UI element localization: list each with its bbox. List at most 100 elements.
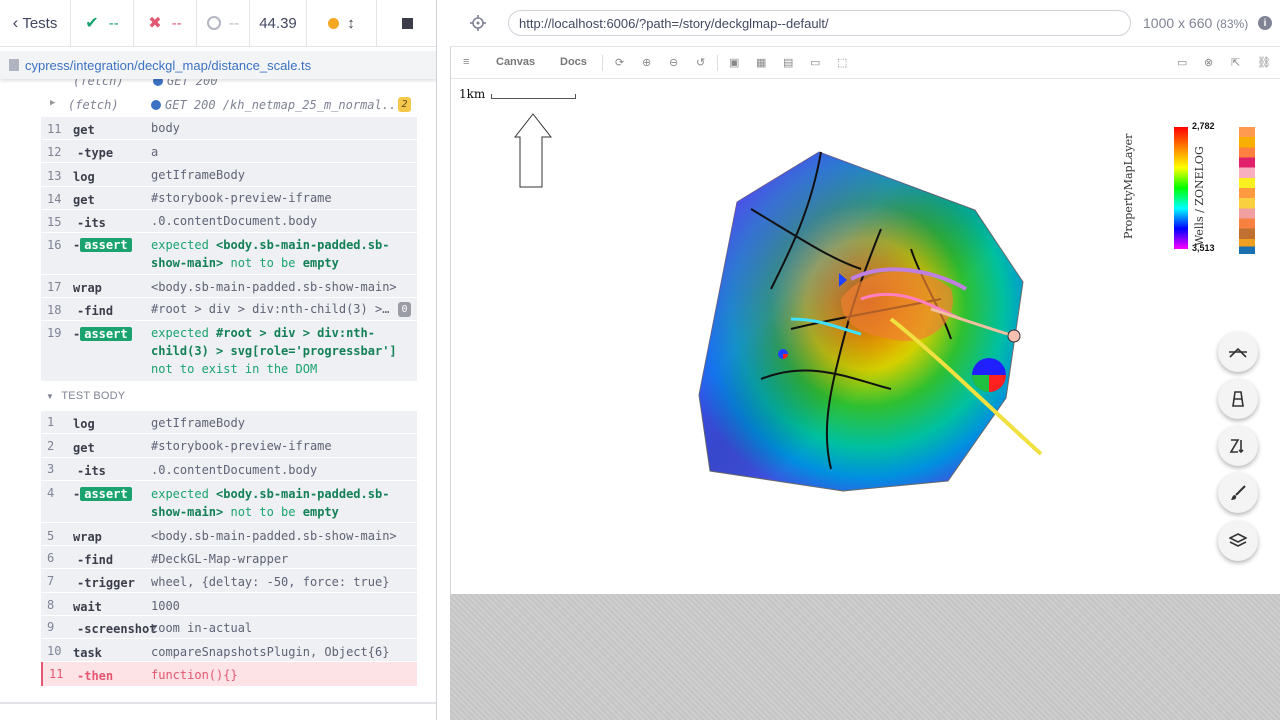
command-name: get bbox=[73, 193, 95, 207]
assert-expected: expected bbox=[151, 238, 209, 252]
chevron-left-icon: ‹ bbox=[12, 13, 19, 32]
spec-path[interactable]: cypress/integration/deckgl_map/distance_… bbox=[0, 51, 436, 79]
check-icon: ✔ bbox=[85, 15, 99, 32]
test-body-commands: 1 log getIframeBody 2 get #storybook-pre… bbox=[41, 411, 417, 686]
command-message: <body.sb-main-padded.sb-show-main> bbox=[151, 529, 397, 543]
reload-icon[interactable]: ⟳ bbox=[615, 56, 624, 69]
grid-icon[interactable]: ▦ bbox=[756, 56, 766, 69]
sort-button[interactable] bbox=[1218, 426, 1258, 466]
north-arrow-icon bbox=[514, 113, 552, 188]
toolbar-divider bbox=[717, 55, 718, 71]
tab-canvas[interactable]: Canvas bbox=[496, 56, 535, 68]
command-row[interactable]: 15 -its .0.contentDocument.body bbox=[41, 210, 417, 233]
close-icon[interactable]: ⊗ bbox=[1204, 56, 1213, 69]
command-name: - assert bbox=[73, 327, 132, 341]
command-number: 16 bbox=[47, 238, 62, 252]
failed-stat: ✖ -- bbox=[134, 0, 197, 47]
command-message: 1000 bbox=[151, 599, 180, 613]
zoom-out-icon[interactable]: ⊖ bbox=[669, 56, 678, 69]
pending-circle-icon bbox=[207, 16, 221, 30]
command-message: .0.contentDocument.body bbox=[151, 214, 318, 228]
draw-layer-button[interactable] bbox=[1218, 332, 1258, 372]
panel-toggle-icon[interactable]: ▭ bbox=[1177, 56, 1187, 69]
sort-icon bbox=[1229, 439, 1244, 454]
command-number: 15 bbox=[47, 215, 62, 229]
url-input[interactable]: http://localhost:6006/?path=/story/deckg… bbox=[508, 10, 1131, 36]
zoom-in-icon[interactable]: ⊕ bbox=[642, 56, 651, 69]
app-under-test: http://localhost:6006/?path=/story/deckg… bbox=[450, 0, 1280, 720]
passed-stat: ✔ -- bbox=[71, 0, 134, 47]
command-row[interactable]: 10 task compareSnapshotsPlugin, Object{6… bbox=[41, 639, 417, 662]
background-icon[interactable]: ▣ bbox=[729, 56, 739, 69]
command-row[interactable]: 5 wrap <body.sb-main-padded.sb-show-main… bbox=[41, 523, 417, 546]
deckgl-map[interactable]: 1km PropertyMapLayer 2,782 3,513 Wells /… bbox=[451, 79, 1280, 594]
stop-button[interactable] bbox=[377, 0, 436, 47]
measure-icon[interactable]: ▭ bbox=[810, 56, 820, 69]
failed-count: -- bbox=[171, 14, 182, 32]
command-row[interactable]: 4 - assert expected <body.sb-main-padded.… bbox=[41, 481, 417, 523]
reporter-panel: ‹ Tests ✔ -- ✖ -- -- 44.39 ↕ cypress/int… bbox=[0, 0, 437, 720]
sidebar-toggle-icon[interactable]: ≡ bbox=[463, 56, 469, 68]
layers-button[interactable] bbox=[1218, 521, 1258, 561]
pending-stat: -- bbox=[197, 0, 250, 47]
selector-playground-icon[interactable] bbox=[470, 15, 486, 31]
well-button[interactable] bbox=[1218, 379, 1258, 419]
assert-condition: not to be bbox=[230, 256, 296, 270]
pending-count: -- bbox=[229, 14, 239, 32]
command-row[interactable]: 9 -screenshot zoom in-actual bbox=[41, 616, 417, 639]
test-body-header[interactable]: ▼ TEST BODY bbox=[46, 390, 125, 402]
command-number: 11 bbox=[49, 667, 64, 681]
colorbar-title-wells: Wells / ZONELOG bbox=[1193, 146, 1206, 246]
command-name: -screenshot bbox=[77, 622, 157, 636]
command-name: - assert bbox=[73, 238, 132, 252]
brush-button[interactable] bbox=[1218, 473, 1258, 513]
running-indicator[interactable]: ↕ bbox=[307, 0, 377, 47]
command-row[interactable]: 11 get body bbox=[41, 117, 417, 140]
command-number: 2 bbox=[47, 439, 55, 453]
reporter-header: ‹ Tests ✔ -- ✖ -- -- 44.39 ↕ bbox=[0, 0, 436, 47]
copy-link-icon[interactable]: ⛓ bbox=[1257, 56, 1271, 69]
zoom-reset-icon[interactable]: ↺ bbox=[696, 56, 705, 69]
test-body-title: TEST BODY bbox=[61, 390, 126, 402]
command-row[interactable]: 7 -trigger wheel, {deltay: -50, force: t… bbox=[41, 569, 417, 593]
assert-value: empty bbox=[302, 256, 339, 270]
tests-label: Tests bbox=[22, 14, 58, 32]
assert-value: empty bbox=[302, 505, 339, 519]
command-row-failed[interactable]: 11 -then function(){} bbox=[41, 662, 417, 686]
viewport-icon[interactable]: ▤ bbox=[783, 56, 793, 69]
command-row[interactable]: 12 -type a bbox=[41, 140, 417, 163]
expand-caret-icon: ▶ bbox=[50, 98, 56, 108]
command-number: 3 bbox=[47, 462, 55, 476]
command-row[interactable]: 14 get #storybook-preview-iframe bbox=[41, 187, 417, 210]
viewport-size: 1000 x 660 (83%) bbox=[1143, 15, 1248, 31]
command-row[interactable]: 16 - assert expected <body.sb-main-padded… bbox=[41, 233, 417, 275]
duration: 44.39 bbox=[250, 0, 307, 47]
command-name: -find bbox=[77, 304, 114, 318]
tests-button[interactable]: ‹ Tests bbox=[0, 0, 71, 47]
command-name: -trigger bbox=[77, 576, 135, 590]
toolbar-divider bbox=[602, 55, 603, 71]
open-new-tab-icon[interactable]: ⇱ bbox=[1231, 56, 1240, 69]
command-message: <body.sb-main-padded.sb-show-main> bbox=[151, 280, 397, 294]
outline-icon[interactable]: ⬚ bbox=[837, 56, 847, 69]
command-row[interactable]: 17 wrap <body.sb-main-padded.sb-show-mai… bbox=[41, 275, 417, 298]
command-row[interactable]: 2 get #storybook-preview-iframe bbox=[41, 434, 417, 458]
command-row[interactable]: 18 -find #root > div > div:nth-child(3) … bbox=[41, 298, 417, 321]
property-map-layer bbox=[698, 151, 1043, 492]
colorbar-title-property: PropertyMapLayer bbox=[1122, 133, 1135, 239]
command-row[interactable]: 13 log getIframeBody bbox=[41, 163, 417, 187]
tab-docs[interactable]: Docs bbox=[560, 56, 587, 68]
info-icon[interactable]: i bbox=[1258, 16, 1272, 30]
count-badge: 0 bbox=[398, 302, 411, 317]
command-message: .0.contentDocument.body bbox=[151, 463, 318, 477]
command-row[interactable]: 1 log getIframeBody bbox=[41, 411, 417, 434]
command-number: 10 bbox=[47, 644, 62, 658]
command-row[interactable]: 6 -find #DeckGL-Map-wrapper bbox=[41, 546, 417, 569]
assert-condition: not to be bbox=[230, 505, 296, 519]
well-icon bbox=[1232, 391, 1244, 407]
command-row[interactable]: 8 wait 1000 bbox=[41, 593, 417, 616]
command-row[interactable]: 3 -its .0.contentDocument.body bbox=[41, 458, 417, 481]
fetch-row[interactable]: ▶ (fetch) GET 200 /kh_netmap_25_m_normal… bbox=[41, 93, 417, 117]
spec-path-text[interactable]: cypress/integration/deckgl_map/distance_… bbox=[25, 58, 311, 73]
command-row[interactable]: 19 - assert expected #root > div > div:nt… bbox=[41, 321, 417, 381]
